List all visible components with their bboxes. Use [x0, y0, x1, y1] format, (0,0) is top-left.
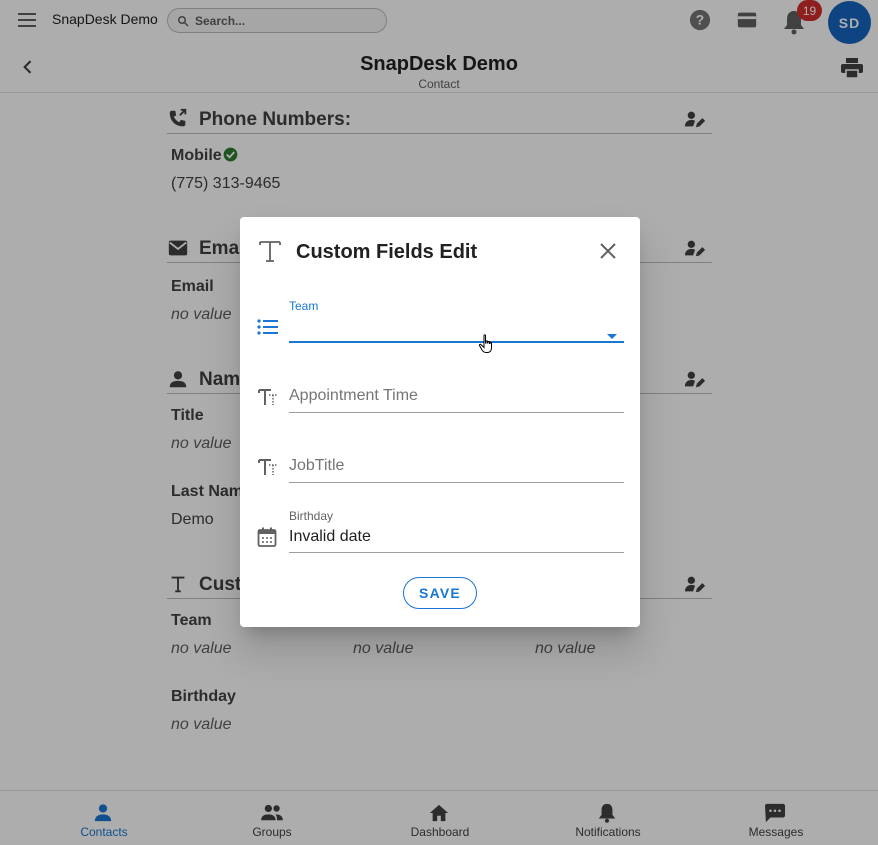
team-select[interactable]: Team	[289, 299, 624, 343]
jobtitle-underline	[289, 482, 624, 483]
custom-fields-dialog: Custom Fields Edit Team Birthday Invalid…	[240, 217, 640, 627]
birthday-field[interactable]: Birthday Invalid date	[289, 509, 624, 553]
jobtitle-input[interactable]	[289, 457, 624, 475]
dropdown-arrow-icon[interactable]	[607, 334, 617, 339]
save-button[interactable]: SAVE	[403, 577, 477, 609]
text-fields-icon	[258, 238, 282, 269]
list-icon	[257, 318, 279, 341]
team-select-label: Team	[289, 299, 319, 313]
jobtitle-field[interactable]	[289, 447, 624, 483]
birthday-field-label: Birthday	[289, 509, 334, 523]
team-underline	[289, 341, 624, 343]
appointment-time-field[interactable]	[289, 377, 624, 413]
appointment-underline	[289, 412, 624, 413]
text-format-icon	[257, 387, 279, 412]
birthday-underline	[289, 552, 624, 553]
appointment-time-input[interactable]	[289, 387, 624, 405]
text-format-icon	[257, 457, 279, 482]
dialog-title: Custom Fields Edit	[296, 241, 478, 263]
calendar-icon	[257, 527, 277, 552]
hand-pointer-cursor-icon	[478, 334, 496, 359]
birthday-field-value[interactable]: Invalid date	[289, 528, 624, 546]
close-icon[interactable]	[598, 241, 618, 266]
